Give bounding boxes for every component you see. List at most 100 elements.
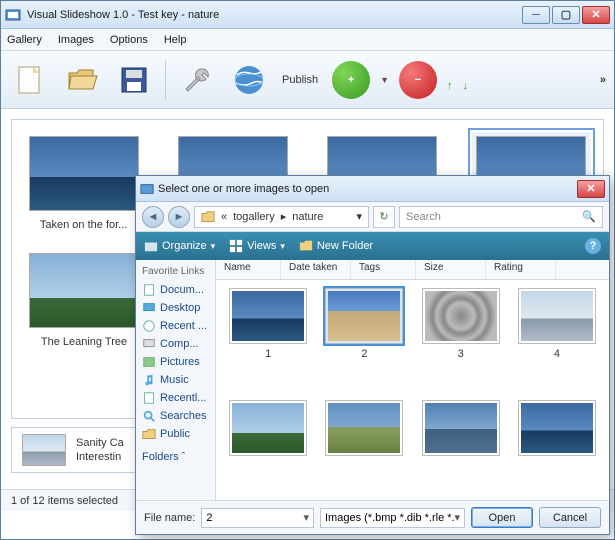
organize-button[interactable]: Organize — [144, 239, 215, 253]
organize-icon — [144, 239, 158, 253]
col-date[interactable]: Date taken — [281, 260, 351, 279]
views-icon — [229, 239, 243, 253]
col-rating[interactable]: Rating — [486, 260, 556, 279]
recent-icon — [142, 319, 156, 333]
dialog-footer: File name: 2 ▾ Images (*.bmp *.dib *.rle… — [136, 500, 609, 534]
col-tags[interactable]: Tags — [351, 260, 416, 279]
arrow-up-icon: ↑ — [447, 80, 453, 92]
sidebar-item-documents[interactable]: Docum... — [138, 281, 213, 299]
arrow-down-icon: ↓ — [463, 80, 469, 92]
main-toolbar: Publish + ▼ − ↑ ↓ » — [1, 51, 614, 109]
nav-back-button[interactable]: ◄ — [142, 206, 164, 228]
col-name[interactable]: Name — [216, 260, 281, 279]
close-button[interactable]: ✕ — [582, 6, 610, 24]
search-icon: 🔍 — [582, 210, 596, 223]
sidebar-item-computer[interactable]: Comp... — [138, 335, 213, 353]
file-item[interactable]: 4 — [513, 288, 601, 392]
col-size[interactable]: Size — [416, 260, 486, 279]
sidebar-item-desktop[interactable]: Desktop — [138, 299, 213, 317]
menubar: Gallery Images Options Help — [1, 29, 614, 51]
menu-images[interactable]: Images — [58, 34, 94, 46]
sidebar-item-pictures[interactable]: Pictures — [138, 353, 213, 371]
menu-options[interactable]: Options — [110, 34, 148, 46]
new-folder-icon — [299, 239, 313, 253]
thumb-caption: The Leaning Tree — [24, 336, 144, 348]
publish-button[interactable] — [228, 59, 270, 101]
file-grid: 1 2 3 4 — [216, 280, 609, 500]
nav-forward-button[interactable]: ► — [168, 206, 190, 228]
move-down-button[interactable]: ↓ — [463, 63, 469, 97]
toolbar-separator — [165, 60, 166, 100]
refresh-button[interactable]: ↻ — [373, 206, 395, 228]
sidebar-item-recent[interactable]: Recent ... — [138, 317, 213, 335]
file-item[interactable]: 1 — [224, 288, 312, 392]
breadcrumb-seg[interactable]: nature — [292, 211, 323, 223]
detail-text: Sanity Ca Interestin — [76, 436, 124, 465]
folder-open-icon — [65, 63, 99, 97]
move-up-button[interactable]: ↑ — [447, 63, 453, 97]
add-dropdown[interactable]: ▼ — [380, 75, 389, 85]
column-headers: Name Date taken Tags Size Rating — [216, 260, 609, 280]
new-folder-button[interactable]: New Folder — [299, 239, 373, 253]
recent-changed-icon — [142, 391, 156, 405]
remove-button[interactable]: − — [399, 61, 437, 99]
toolbar-overflow[interactable]: » — [600, 74, 606, 86]
save-button[interactable] — [113, 59, 155, 101]
file-item[interactable] — [513, 400, 601, 492]
computer-icon — [142, 337, 156, 351]
open-button[interactable]: Open — [471, 507, 533, 528]
maximize-button[interactable]: ▢ — [552, 6, 580, 24]
music-icon — [142, 373, 156, 387]
cancel-button[interactable]: Cancel — [539, 507, 601, 528]
dialog-close-button[interactable]: ✕ — [577, 180, 605, 198]
arrow-right-icon: ► — [174, 211, 185, 223]
sidebar-item-music[interactable]: Music — [138, 371, 213, 389]
file-item[interactable]: 2 — [320, 288, 408, 392]
open-button[interactable] — [61, 59, 103, 101]
gallery-thumb[interactable]: Taken on the for... — [24, 132, 143, 231]
views-button[interactable]: Views — [229, 239, 285, 253]
detail-line1: Sanity Ca — [76, 436, 124, 450]
publish-label: Publish — [282, 74, 318, 86]
new-button[interactable] — [9, 59, 51, 101]
arrow-left-icon: ◄ — [148, 211, 159, 223]
sidebar-header: Favorite Links — [138, 264, 213, 281]
file-list: Name Date taken Tags Size Rating 1 2 3 4 — [216, 260, 609, 500]
file-item[interactable]: 3 — [417, 288, 505, 392]
filename-label: File name: — [144, 512, 195, 524]
filename-input[interactable]: 2 ▾ — [201, 508, 314, 528]
breadcrumb-seg[interactable]: togallery — [233, 211, 275, 223]
gallery-thumb[interactable]: The Leaning Tree — [24, 249, 144, 348]
pictures-icon — [142, 355, 156, 369]
sidebar-item-searches[interactable]: Searches — [138, 407, 213, 425]
filetype-filter[interactable]: Images (*.bmp *.dib *.rle *.jpg * ▾ — [320, 508, 465, 528]
dialog-titlebar: Select one or more images to open ✕ — [136, 176, 609, 202]
breadcrumb-sep: ▸ — [281, 210, 287, 223]
add-button[interactable]: + — [332, 61, 370, 99]
minus-icon: − — [415, 74, 421, 86]
menu-gallery[interactable]: Gallery — [7, 34, 42, 46]
help-button[interactable]: ? — [585, 238, 601, 254]
dialog-title: Select one or more images to open — [158, 183, 577, 195]
menu-help[interactable]: Help — [164, 34, 187, 46]
file-item[interactable] — [417, 400, 505, 492]
file-item[interactable] — [320, 400, 408, 492]
sidebar-item-recently[interactable]: Recentl... — [138, 389, 213, 407]
public-folder-icon — [142, 427, 156, 441]
new-page-icon — [13, 63, 47, 97]
app-icon — [5, 7, 21, 23]
sidebar-item-public[interactable]: Public — [138, 425, 213, 443]
settings-button[interactable] — [176, 59, 218, 101]
breadcrumb[interactable]: « togallery ▸ nature ▾ — [194, 206, 369, 228]
file-item[interactable] — [224, 400, 312, 492]
globe-icon — [232, 63, 266, 97]
search-input[interactable]: Search 🔍 — [399, 206, 603, 228]
minimize-button[interactable]: ─ — [522, 6, 550, 24]
breadcrumb-drop[interactable]: ▾ — [356, 210, 362, 223]
thumb-image — [29, 253, 139, 328]
status-text: 1 of 12 items selected — [11, 495, 118, 507]
wrench-icon — [180, 63, 214, 97]
main-titlebar: Visual Slideshow 1.0 - Test key - nature… — [1, 1, 614, 29]
folders-toggle[interactable]: Folders ˆ — [138, 447, 213, 467]
search-placeholder: Search — [406, 211, 441, 223]
